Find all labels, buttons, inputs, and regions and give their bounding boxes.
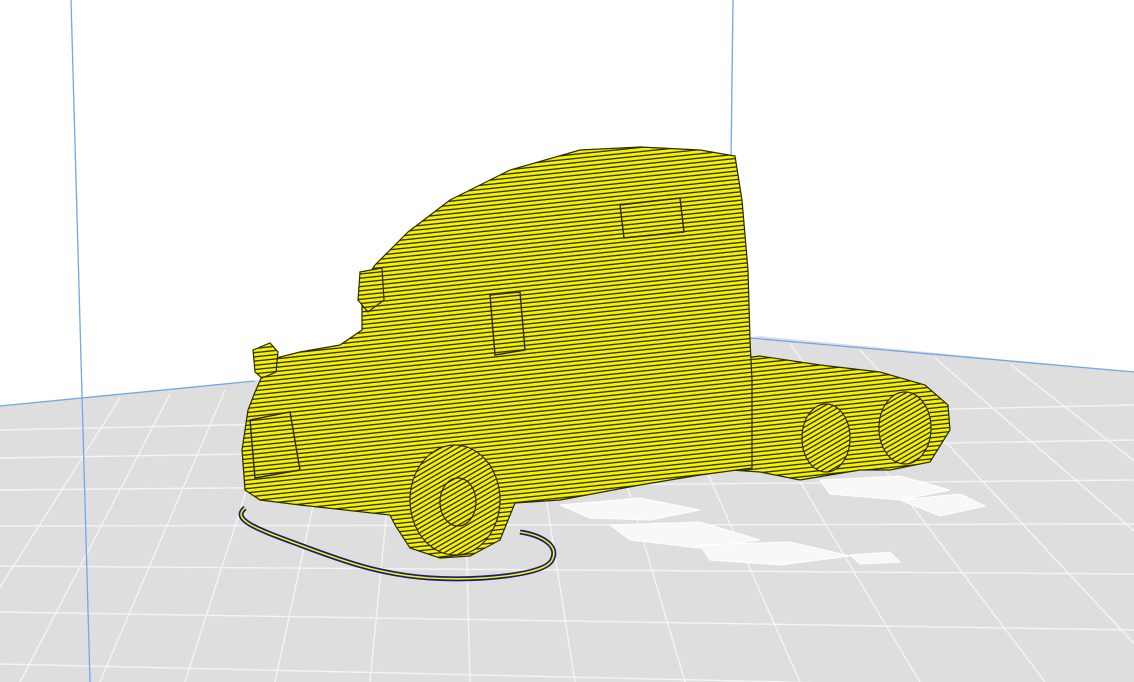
layer-view-viewport[interactable]: [0, 0, 1134, 682]
model-rear-wheel-2: [878, 391, 932, 465]
model-rear-wheel-1: [801, 403, 851, 473]
3d-scene[interactable]: [0, 0, 1134, 682]
model-hood-mirror: [252, 342, 279, 379]
model-front-wheel-hub: [439, 477, 477, 527]
